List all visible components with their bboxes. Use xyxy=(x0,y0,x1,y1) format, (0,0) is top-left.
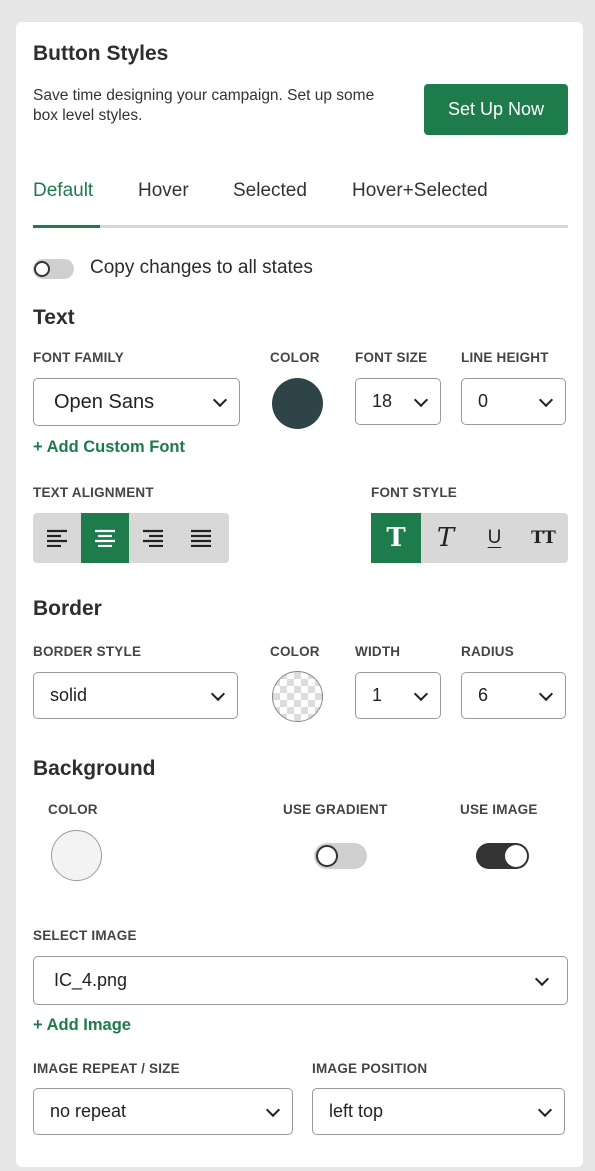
align-right-button[interactable] xyxy=(129,513,177,563)
font-size-value: 18 xyxy=(372,391,393,411)
line-height-select[interactable]: 0 xyxy=(461,378,566,425)
select-image-label: SELECT IMAGE xyxy=(33,928,137,943)
use-gradient-label: USE GRADIENT xyxy=(283,802,388,817)
align-center-button[interactable] xyxy=(81,513,129,563)
border-style-select[interactable]: solid xyxy=(33,672,238,719)
text-section-title: Text xyxy=(33,306,75,329)
image-repeat-label: IMAGE REPEAT / SIZE xyxy=(33,1061,180,1076)
border-style-value: solid xyxy=(50,685,88,705)
font-size-label: FONT SIZE xyxy=(355,350,428,365)
border-section-title: Border xyxy=(33,597,102,620)
toggle-knob xyxy=(34,261,50,277)
chevron-down-icon xyxy=(538,392,554,407)
font-size-select[interactable]: 18 xyxy=(355,378,441,425)
chevron-down-icon xyxy=(537,1102,553,1117)
image-position-label: IMAGE POSITION xyxy=(312,1061,428,1076)
text-color-swatch[interactable] xyxy=(272,378,323,429)
use-gradient-toggle[interactable] xyxy=(314,843,367,869)
font-style-label: FONT STYLE xyxy=(371,485,457,500)
toggle-knob xyxy=(316,845,338,867)
active-tab-indicator xyxy=(33,225,100,228)
text-alignment-label: TEXT ALIGNMENT xyxy=(33,485,154,500)
background-section-title: Background xyxy=(33,757,156,780)
align-right-icon xyxy=(143,529,163,547)
image-repeat-value: no repeat xyxy=(50,1101,127,1121)
underline-icon: U xyxy=(487,527,502,548)
font-family-label: FONT FAMILY xyxy=(33,350,124,365)
tab-hover-selected[interactable]: Hover+Selected xyxy=(352,180,488,202)
border-radius-value: 6 xyxy=(478,685,489,705)
use-image-label: USE IMAGE xyxy=(460,802,538,817)
chevron-down-icon xyxy=(413,392,429,407)
text-alignment-group xyxy=(33,513,229,563)
copy-changes-label: Copy changes to all states xyxy=(90,257,313,278)
add-custom-font-link[interactable]: + Add Custom Font xyxy=(33,438,185,457)
font-family-value: Open Sans xyxy=(54,390,155,413)
image-position-value: left top xyxy=(329,1101,384,1121)
set-up-now-button[interactable]: Set Up Now xyxy=(424,84,568,135)
uppercase-button[interactable]: TT xyxy=(519,513,568,563)
background-color-swatch[interactable] xyxy=(51,830,102,881)
align-justify-icon xyxy=(191,529,211,547)
tabs-divider xyxy=(33,225,568,228)
select-image-dropdown[interactable]: IC_4.png xyxy=(33,956,568,1005)
bold-button[interactable]: T xyxy=(371,513,421,563)
italic-icon: T xyxy=(436,523,455,553)
border-color-swatch[interactable] xyxy=(272,671,323,722)
italic-button[interactable]: T xyxy=(421,513,470,563)
tab-default[interactable]: Default xyxy=(33,180,93,202)
border-width-value: 1 xyxy=(372,685,383,705)
use-image-toggle[interactable] xyxy=(476,843,529,869)
copy-changes-toggle[interactable] xyxy=(33,259,74,279)
image-position-select[interactable]: left top xyxy=(312,1088,565,1135)
line-height-value: 0 xyxy=(478,391,489,411)
border-color-label: COLOR xyxy=(270,644,320,659)
border-radius-label: RADIUS xyxy=(461,644,514,659)
align-center-icon xyxy=(95,529,115,547)
border-style-label: BORDER STYLE xyxy=(33,644,142,659)
align-left-icon xyxy=(47,529,67,547)
panel-title: Button Styles xyxy=(33,42,169,65)
uppercase-icon: TT xyxy=(531,528,556,548)
border-width-label: WIDTH xyxy=(355,644,401,659)
border-radius-select[interactable]: 6 xyxy=(461,672,566,719)
chevron-down-icon xyxy=(538,686,554,701)
border-width-select[interactable]: 1 xyxy=(355,672,441,719)
font-family-select[interactable]: Open Sans xyxy=(33,378,240,426)
chevron-down-icon xyxy=(534,971,550,986)
chevron-down-icon xyxy=(210,686,226,701)
line-height-label: LINE HEIGHT xyxy=(461,350,549,365)
font-style-group: T T U TT xyxy=(371,513,568,563)
tab-hover[interactable]: Hover xyxy=(138,180,189,202)
add-image-link[interactable]: + Add Image xyxy=(33,1016,131,1035)
chevron-down-icon xyxy=(265,1102,281,1117)
align-justify-button[interactable] xyxy=(177,513,225,563)
background-color-label: COLOR xyxy=(48,802,98,817)
toggle-knob xyxy=(505,845,527,867)
text-color-label: COLOR xyxy=(270,350,320,365)
image-repeat-select[interactable]: no repeat xyxy=(33,1088,293,1135)
chevron-down-icon xyxy=(212,392,228,408)
button-styles-panel: Button Styles Save time designing your c… xyxy=(16,22,583,1167)
underline-button[interactable]: U xyxy=(470,513,519,563)
align-left-button[interactable] xyxy=(33,513,81,563)
chevron-down-icon xyxy=(413,686,429,701)
panel-description: Save time designing your campaign. Set u… xyxy=(33,87,375,124)
tab-selected[interactable]: Selected xyxy=(233,180,307,202)
select-image-value: IC_4.png xyxy=(54,970,128,990)
bold-icon: T xyxy=(386,523,406,553)
